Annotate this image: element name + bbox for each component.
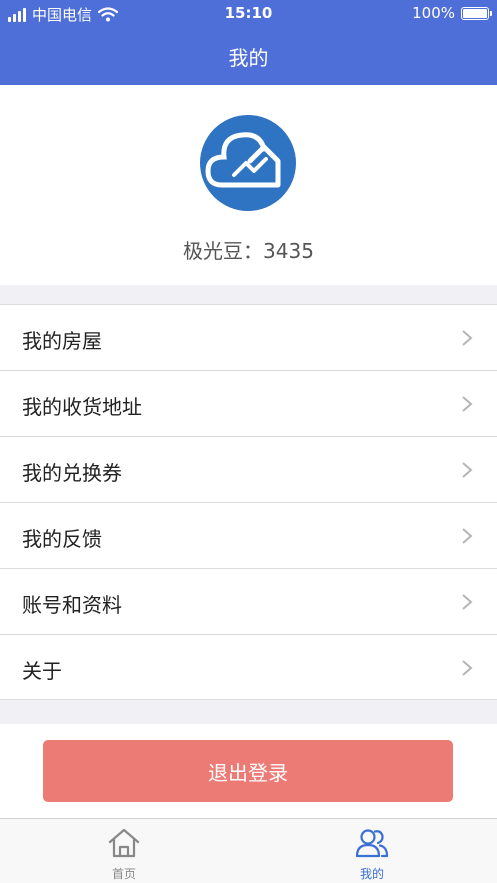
tab-home-label: 首页 xyxy=(111,867,136,881)
menu-item-label: 关于 xyxy=(22,659,62,683)
menu-item-about[interactable]: 关于 xyxy=(0,634,497,700)
tab-mine[interactable]: 我的 xyxy=(248,819,496,883)
menu-item-label: 账号和资料 xyxy=(22,593,122,617)
menu-item-vouchers[interactable]: 我的兑换券 xyxy=(0,436,497,502)
menu-item-label: 我的反馈 xyxy=(22,527,102,551)
menu-item-shipping-address[interactable]: 我的收货地址 xyxy=(0,370,497,436)
logout-section: 退出登录 xyxy=(0,724,497,818)
users-icon xyxy=(355,829,389,858)
menu-item-label: 我的收货地址 xyxy=(22,395,142,419)
status-bar: 中国电信 15:10 100% xyxy=(0,0,497,28)
cloud-house-logo-icon xyxy=(205,132,281,188)
menu-item-my-house[interactable]: 我的房屋 xyxy=(0,304,497,370)
chevron-right-icon xyxy=(462,462,473,478)
logout-button[interactable]: 退出登录 xyxy=(43,740,453,802)
profile-section: 极光豆：3435 xyxy=(0,85,497,285)
chevron-right-icon xyxy=(462,594,473,610)
tab-mine-label: 我的 xyxy=(359,867,384,881)
chevron-right-icon xyxy=(462,330,473,346)
home-icon xyxy=(108,828,140,858)
menu-list: 我的房屋 我的收货地址 我的兑换券 我的反馈 账号和资料 关于 xyxy=(0,304,497,700)
menu-item-feedback[interactable]: 我的反馈 xyxy=(0,502,497,568)
points-balance: 极光豆：3435 xyxy=(183,239,314,263)
chevron-right-icon xyxy=(462,660,473,676)
page-title: 我的 xyxy=(228,46,269,70)
menu-item-label: 我的兑换券 xyxy=(22,461,122,485)
battery-percent: 100% xyxy=(412,4,455,22)
menu-item-account[interactable]: 账号和资料 xyxy=(0,568,497,634)
avatar[interactable] xyxy=(200,115,296,211)
app-header: 中国电信 15:10 100% 我的 xyxy=(0,0,497,85)
battery-icon xyxy=(461,6,492,20)
chevron-right-icon xyxy=(462,528,473,544)
tab-bar: 首页 我的 xyxy=(0,818,497,883)
menu-item-label: 我的房屋 xyxy=(22,329,102,353)
tab-home[interactable]: 首页 xyxy=(0,819,248,883)
chevron-right-icon xyxy=(462,396,473,412)
status-right: 100% xyxy=(412,4,492,22)
